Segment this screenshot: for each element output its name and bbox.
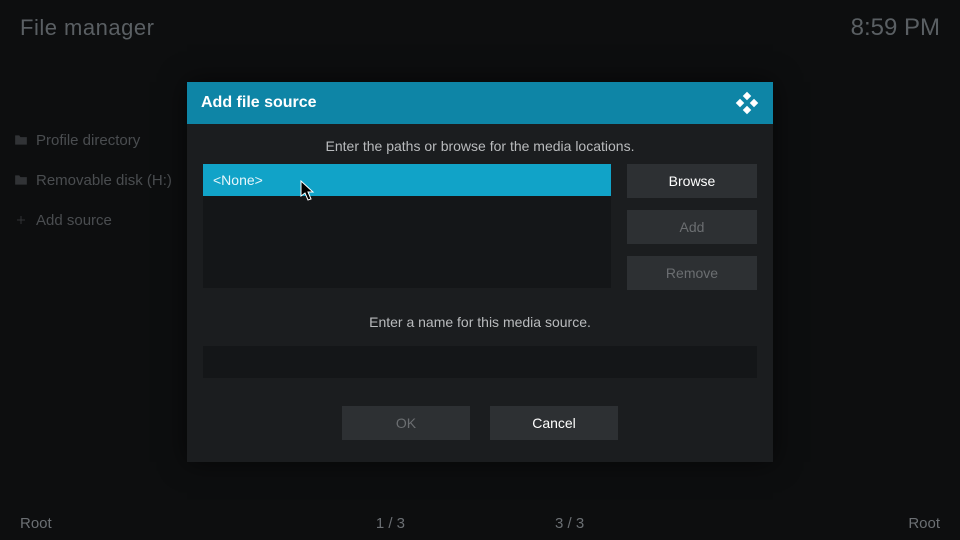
kodi-icon	[735, 91, 759, 115]
cancel-button[interactable]: Cancel	[490, 406, 618, 440]
path-list[interactable]: <None>	[203, 164, 611, 288]
dialog-instruction: Enter the paths or browse for the media …	[187, 124, 773, 164]
source-name-input[interactable]	[203, 346, 757, 378]
browse-button[interactable]: Browse	[627, 164, 757, 198]
ok-button[interactable]: OK	[342, 406, 470, 440]
add-source-dialog: Add file source Enter the paths or brows…	[187, 82, 773, 462]
name-instruction: Enter a name for this media source.	[187, 300, 773, 340]
dialog-title: Add file source	[201, 94, 317, 112]
remove-button[interactable]: Remove	[627, 256, 757, 290]
add-button[interactable]: Add	[627, 210, 757, 244]
path-item-selected[interactable]: <None>	[203, 164, 611, 196]
